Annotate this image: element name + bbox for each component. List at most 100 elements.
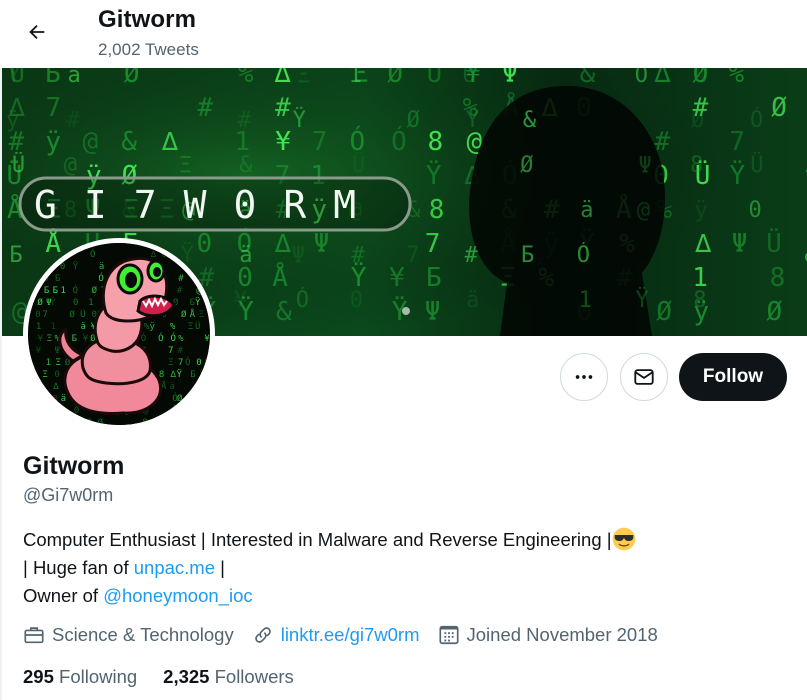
svg-text:ÿ: ÿ	[45, 127, 61, 157]
svg-text:%: %	[170, 322, 176, 332]
svg-text:7: 7	[178, 358, 183, 368]
header-title: Gitworm	[98, 6, 197, 33]
more-button[interactable]	[560, 353, 608, 401]
profile-avatar[interactable]: 1Ø01¥¥ÅΞ%Ü08БΨ7Ξ1Ξ&ÜŸББŸ1%ΨΞ0∆@Ψ01ΨÅØ0ä&…	[23, 238, 215, 430]
svg-text:0: 0	[87, 418, 92, 425]
svg-text:&: &	[41, 406, 47, 416]
svg-text:Ø: Ø	[92, 285, 98, 296]
svg-text:Ó: Ó	[158, 332, 163, 344]
svg-text:Ø: Ø	[124, 68, 140, 89]
arrow-left-icon	[29, 24, 45, 40]
banner-text: GI7W0RM	[34, 183, 383, 227]
svg-text:Ü: Ü	[12, 152, 25, 178]
back-button[interactable]	[18, 13, 56, 51]
svg-text:Ó: Ó	[185, 356, 190, 368]
svg-text:Ÿ: Ÿ	[73, 261, 79, 272]
svg-text:∆: ∆	[694, 229, 711, 259]
svg-text:0: 0	[35, 310, 40, 320]
bio-line-2: | Huge fan of unpac.me |	[23, 554, 783, 582]
svg-text:Ψ: Ψ	[314, 229, 330, 259]
svg-text:7: 7	[168, 346, 173, 356]
svg-text:ÿ: ÿ	[150, 322, 156, 332]
svg-text:#: #	[464, 243, 478, 268]
svg-text:Ξ: Ξ	[188, 322, 193, 332]
bio-mention-honeymoon[interactable]: @honeymoon_ioc	[103, 585, 252, 606]
svg-text:#: #	[60, 418, 66, 425]
svg-text:8: 8	[693, 288, 706, 313]
svg-text:&: &	[523, 108, 537, 133]
bio-text: Owner of	[23, 585, 104, 606]
svg-text:Ÿ: Ÿ	[52, 261, 58, 272]
display-name: Gitworm	[23, 452, 125, 480]
website-link[interactable]: linktr.ee/gi7w0rm	[281, 624, 420, 646]
svg-text:Ü: Ü	[195, 321, 200, 332]
svg-text:#: #	[177, 286, 183, 296]
profile-meta: Science & Technology linktr.ee/gi7w0rm J…	[23, 624, 676, 646]
svg-text:Å: Å	[33, 380, 39, 392]
svg-text:0: 0	[73, 298, 78, 308]
svg-text:ÿ: ÿ	[196, 406, 202, 416]
svg-text:&: &	[121, 127, 137, 157]
svg-text:%: %	[729, 68, 745, 89]
svg-text:∆: ∆	[274, 229, 291, 259]
svg-text:8: 8	[142, 418, 147, 425]
svg-text:Ø: Ø	[69, 309, 75, 320]
svg-text:1: 1	[51, 322, 56, 332]
followers-link[interactable]: 2,325 Followers	[163, 666, 294, 688]
svg-text:1: 1	[579, 288, 592, 313]
bio-link-unpacme[interactable]: unpac.me	[134, 557, 215, 578]
svg-text:1: 1	[46, 358, 51, 368]
svg-text:Ó: Ó	[577, 242, 590, 268]
follow-button[interactable]: Follow	[679, 353, 787, 401]
svg-text:∆: ∆	[161, 127, 178, 157]
svg-text:Б: Б	[55, 274, 60, 284]
followers-label: Followers	[214, 666, 294, 687]
svg-text:%: %	[37, 418, 43, 425]
svg-text:¥: ¥	[209, 394, 210, 404]
bio-line-3: Owner of @honeymoon_ioc	[23, 582, 783, 610]
svg-text:Ø: Ø	[98, 417, 104, 425]
svg-text:Ÿ: Ÿ	[293, 107, 306, 133]
svg-text:&: &	[60, 406, 66, 416]
svg-text:Б: Б	[72, 334, 77, 344]
svg-text:Ó: Ó	[199, 380, 204, 392]
svg-text:Б: Б	[426, 263, 442, 293]
svg-text:0: 0	[462, 68, 475, 88]
svg-text:Ξ: Ξ	[37, 394, 42, 404]
website: linktr.ee/gi7w0rm	[252, 624, 420, 646]
follow-stats: 295 Following 2,325 Followers	[23, 666, 320, 688]
svg-text:Ü: Ü	[78, 417, 83, 425]
svg-text:Б: Б	[44, 286, 49, 296]
svg-text:Å: Å	[45, 227, 61, 259]
svg-text:¥: ¥	[38, 334, 44, 344]
svg-text:7: 7	[425, 229, 441, 259]
svg-text:Ψ: Ψ	[54, 346, 59, 356]
svg-text:#: #	[178, 346, 184, 356]
svg-text:Ψ: Ψ	[292, 243, 305, 268]
svg-text:8: 8	[43, 274, 48, 284]
svg-text:ÿ: ÿ	[695, 198, 708, 223]
svg-text:Ó: Ó	[391, 125, 407, 157]
svg-text:Ó: Ó	[635, 68, 648, 88]
svg-text:0: 0	[196, 358, 201, 368]
svg-text:Ψ: Ψ	[55, 418, 60, 425]
svg-text:¥: ¥	[204, 334, 210, 344]
svg-text:7: 7	[42, 310, 47, 320]
svg-text:∆: ∆	[52, 382, 59, 392]
bio-text: |	[215, 557, 225, 578]
svg-text:0: 0	[749, 198, 762, 223]
svg-text:∆: ∆	[274, 68, 291, 89]
svg-text:ä: ä	[81, 322, 86, 332]
category-label: Science & Technology	[52, 624, 234, 645]
svg-text:#: #	[197, 93, 213, 123]
svg-text:Ψ: Ψ	[425, 297, 441, 327]
svg-text:Ξ: Ξ	[42, 370, 47, 380]
following-link[interactable]: 295 Following	[23, 666, 137, 688]
svg-text:1: 1	[60, 286, 65, 296]
svg-text:Ó: Ó	[296, 287, 309, 313]
svg-text:7: 7	[729, 127, 745, 157]
svg-text:Ó: Ó	[162, 248, 167, 260]
message-button[interactable]	[620, 353, 668, 401]
svg-text:Ψ: Ψ	[502, 68, 518, 89]
svg-text:#: #	[275, 93, 291, 123]
